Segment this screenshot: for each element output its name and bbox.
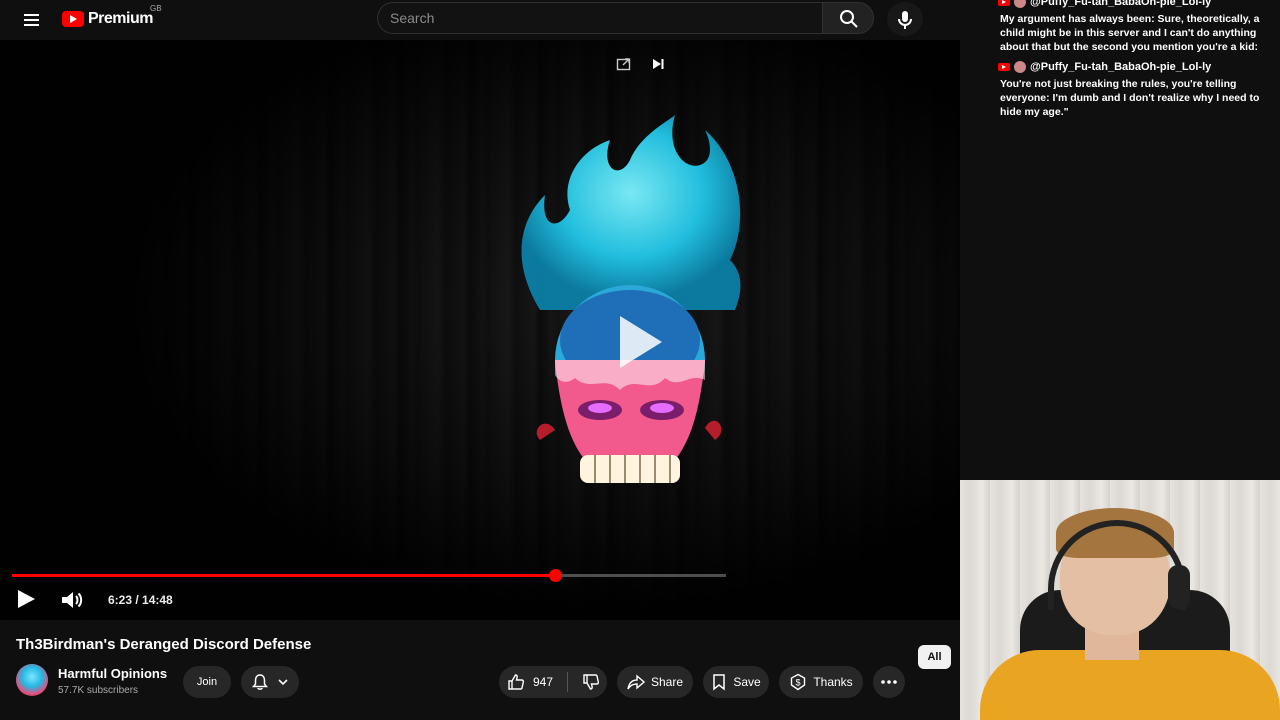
thumbs-up-icon bbox=[508, 674, 525, 690]
miniplayer-icon[interactable] bbox=[616, 56, 632, 72]
video-frame bbox=[0, 40, 960, 620]
chat-text: You're not just breaking the rules, you'… bbox=[1000, 78, 1260, 118]
thanks-label: Thanks bbox=[813, 675, 853, 689]
progress-played bbox=[12, 574, 555, 577]
super-thanks-icon: $ bbox=[791, 673, 806, 691]
search-input[interactable] bbox=[378, 3, 822, 33]
video-title: Th3Birdman's Deranged Discord Defense bbox=[16, 636, 312, 653]
save-button[interactable]: Save bbox=[703, 666, 769, 698]
menu-icon[interactable] bbox=[20, 8, 44, 32]
like-button[interactable]: 947 bbox=[499, 666, 607, 698]
join-button[interactable]: Join bbox=[183, 666, 231, 698]
save-label: Save bbox=[733, 675, 761, 689]
more-actions-button[interactable] bbox=[873, 666, 905, 698]
chevron-down-icon bbox=[278, 679, 288, 686]
youtube-icon bbox=[998, 0, 1010, 6]
video-player[interactable]: 6:23 / 14:48 bbox=[0, 40, 960, 620]
thumbs-down-icon[interactable] bbox=[582, 673, 600, 691]
like-divider bbox=[567, 672, 569, 692]
search-icon bbox=[840, 10, 858, 28]
chat-author: @Puffy_Fu-tah_BabaOh-pie_Lol-ly bbox=[998, 0, 1280, 9]
share-label: Share bbox=[650, 675, 684, 689]
svg-text:$: $ bbox=[796, 678, 801, 688]
filter-chip-all[interactable]: All bbox=[918, 645, 951, 669]
chat-text: My argument has always been: Sure, theor… bbox=[1000, 13, 1260, 53]
volume-icon[interactable] bbox=[60, 589, 84, 611]
thanks-button[interactable]: $ Thanks bbox=[779, 666, 863, 698]
webcam-overlay bbox=[960, 480, 1280, 720]
filter-chip-all-label: All bbox=[927, 651, 942, 663]
search-button[interactable] bbox=[822, 2, 874, 34]
bell-icon bbox=[251, 674, 269, 690]
chat-author-name: @Puffy_Fu-tah_BabaOh-pie_Lol-ly bbox=[1030, 61, 1212, 73]
share-icon bbox=[627, 674, 645, 690]
chat-overlay: @Puffy_Fu-tah_BabaOh-pie_Lol-ly My argum… bbox=[998, 0, 1280, 125]
logo-text: Premium bbox=[88, 10, 153, 27]
more-horizontal-icon bbox=[881, 680, 897, 684]
microphone-icon bbox=[898, 11, 912, 29]
youtube-premium-logo[interactable]: Premium GB bbox=[62, 4, 162, 31]
chat-author: @Puffy_Fu-tah_BabaOh-pie_Lol-ly bbox=[998, 60, 1280, 74]
time-display: 6:23 / 14:48 bbox=[108, 593, 173, 607]
chat-message: @Puffy_Fu-tah_BabaOh-pie_Lol-ly My argum… bbox=[998, 0, 1280, 54]
large-play-icon[interactable] bbox=[620, 316, 662, 368]
chat-avatar bbox=[1014, 61, 1026, 73]
notification-button[interactable] bbox=[241, 666, 299, 698]
player-top-controls bbox=[616, 56, 666, 72]
progress-scrubber-handle[interactable] bbox=[548, 569, 562, 582]
youtube-icon bbox=[998, 63, 1010, 71]
chat-avatar bbox=[1014, 0, 1026, 8]
chat-message: @Puffy_Fu-tah_BabaOh-pie_Lol-ly You're n… bbox=[998, 60, 1280, 119]
progress-bar[interactable] bbox=[12, 569, 726, 582]
play-icon[interactable] bbox=[18, 590, 35, 608]
bookmark-icon bbox=[713, 674, 726, 691]
region-code: GB bbox=[150, 4, 162, 13]
youtube-play-icon bbox=[62, 11, 84, 27]
join-label: Join bbox=[196, 676, 218, 688]
top-bar: Premium GB bbox=[0, 0, 960, 40]
channel-name[interactable]: Harmful Opinions bbox=[58, 666, 167, 681]
skip-next-icon[interactable] bbox=[650, 56, 666, 72]
subscriber-count: 57.7K subscribers bbox=[58, 685, 139, 696]
streamer-shirt bbox=[980, 650, 1280, 720]
channel-avatar[interactable] bbox=[16, 664, 48, 696]
headset-earcup bbox=[1168, 565, 1190, 609]
skull-artwork bbox=[521, 115, 741, 483]
like-count: 947 bbox=[533, 675, 554, 689]
voice-search-button[interactable] bbox=[887, 2, 923, 36]
share-button[interactable]: Share bbox=[617, 666, 693, 698]
search-box bbox=[377, 2, 822, 34]
chat-author-name: @Puffy_Fu-tah_BabaOh-pie_Lol-ly bbox=[1030, 0, 1212, 8]
